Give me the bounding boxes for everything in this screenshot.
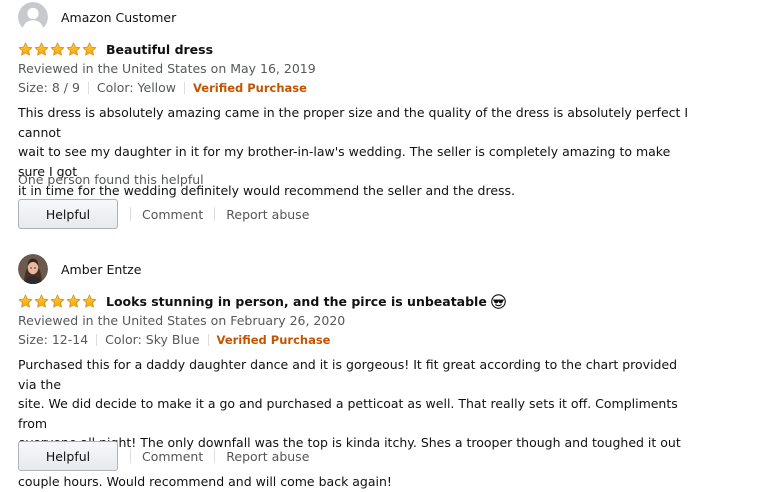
- review-body-line: site. We did decide to make it a go and …: [18, 396, 678, 431]
- star-icon: [18, 42, 33, 57]
- color-variant[interactable]: Color: Sky Blue: [105, 332, 199, 347]
- verified-purchase-badge[interactable]: Verified Purchase: [193, 81, 307, 95]
- photo-avatar[interactable]: [18, 254, 48, 284]
- comment-link[interactable]: Comment: [142, 207, 203, 222]
- divider: [130, 207, 131, 221]
- star-icon: [34, 294, 49, 309]
- review-format-strip: Size: 8 / 9 Color: Yellow Verified Purch…: [18, 80, 307, 95]
- review-format-strip: Size: 12-14 Color: Sky Blue Verified Pur…: [18, 332, 331, 347]
- star-icon: [50, 42, 65, 57]
- reviewer-name[interactable]: Amber Entze: [61, 262, 141, 277]
- comment-link[interactable]: Comment: [142, 449, 203, 464]
- review-title[interactable]: Looks stunning in person, and the pirce …: [106, 294, 487, 309]
- reviewer-profile[interactable]: Amber Entze: [18, 253, 141, 285]
- review-title-row: Beautiful dress: [18, 40, 213, 58]
- report-abuse-link[interactable]: Report abuse: [226, 207, 309, 222]
- size-variant[interactable]: Size: 8 / 9: [18, 80, 80, 95]
- review-2: Amber Entze Looks stunning in person, an…: [18, 252, 708, 489]
- helpful-button[interactable]: Helpful: [18, 199, 118, 229]
- star-icon: [82, 42, 97, 57]
- divider: [130, 449, 131, 463]
- divider: [214, 207, 216, 221]
- review-body-line: This dress is absolutely amazing came in…: [18, 105, 689, 140]
- star-icon: [34, 42, 49, 57]
- star-icon: [50, 294, 65, 309]
- verified-purchase-badge[interactable]: Verified Purchase: [217, 333, 331, 347]
- divider: [214, 449, 216, 463]
- review-actions: Helpful Comment Report abuse: [18, 199, 309, 229]
- review-title[interactable]: Beautiful dress: [106, 42, 213, 57]
- sunglasses-emoji-icon: [491, 293, 506, 309]
- review-1: Amazon Customer Beautiful dress Reviewed…: [18, 0, 708, 240]
- reviewer-profile[interactable]: Amazon Customer: [18, 1, 176, 33]
- review-date: Reviewed in the United States on May 16,…: [18, 61, 316, 76]
- star-rating[interactable]: [18, 294, 97, 309]
- review-body-line: Purchased this for a daddy daughter danc…: [18, 357, 678, 392]
- star-icon: [66, 294, 81, 309]
- size-variant[interactable]: Size: 12-14: [18, 332, 88, 347]
- star-rating[interactable]: [18, 42, 97, 57]
- default-avatar-icon[interactable]: [18, 2, 48, 32]
- star-icon: [82, 294, 97, 309]
- reviewer-name[interactable]: Amazon Customer: [61, 10, 176, 25]
- color-variant[interactable]: Color: Yellow: [97, 80, 176, 95]
- helpful-count: One person found this helpful: [18, 172, 204, 187]
- divider: [207, 333, 209, 346]
- review-body: Purchased this for a daddy daughter danc…: [18, 355, 693, 492]
- review-body-line: couple hours. Would recommend and will c…: [18, 474, 392, 489]
- divider: [96, 333, 98, 346]
- review-title-row: Looks stunning in person, and the pirce …: [18, 292, 506, 310]
- review-actions: Helpful Comment Report abuse: [18, 441, 309, 471]
- helpful-button[interactable]: Helpful: [18, 441, 118, 471]
- review-date: Reviewed in the United States on Februar…: [18, 313, 346, 328]
- divider: [184, 81, 186, 94]
- divider: [87, 81, 89, 94]
- star-icon: [18, 294, 33, 309]
- report-abuse-link[interactable]: Report abuse: [226, 449, 309, 464]
- star-icon: [66, 42, 81, 57]
